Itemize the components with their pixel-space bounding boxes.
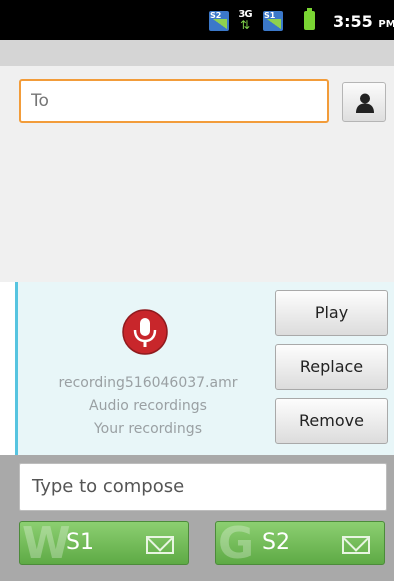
clock-ampm: PM (378, 19, 394, 30)
play-button[interactable]: Play (275, 290, 388, 336)
send-sim2-letter: G (218, 518, 255, 569)
attachment-file-name: recording516046037.amr (58, 375, 238, 391)
send-sim1-label: S1 (66, 530, 94, 555)
recipient-input[interactable] (19, 79, 329, 123)
battery-icon (304, 8, 315, 30)
compose-input[interactable]: Type to compose (19, 463, 387, 511)
envelope-icon (146, 536, 174, 554)
clock: 3:55 PM (333, 12, 394, 31)
envelope-icon (342, 536, 370, 554)
status-bar: S2 3G ⇅ S1 3:55 PM (0, 0, 394, 40)
send-sim1-letter: W (22, 518, 71, 569)
attachment-source: Your recordings (93, 421, 202, 437)
replace-button[interactable]: Replace (275, 344, 388, 390)
contact-picker-button[interactable] (342, 82, 386, 122)
network-3g-icon: 3G ⇅ (235, 9, 255, 33)
send-sim2-label: S2 (262, 530, 290, 555)
attachment-type: Audio recordings (89, 398, 207, 414)
title-bar (0, 40, 394, 66)
remove-button[interactable]: Remove (275, 398, 388, 444)
sim-signal-icon: S2 (209, 11, 229, 31)
microphone-icon (122, 309, 168, 355)
send-sim1-button[interactable]: W S1 (19, 518, 189, 569)
clock-time: 3:55 (333, 12, 373, 31)
sim-signal-icon: S1 (263, 11, 283, 31)
send-sim2-button[interactable]: G S2 (215, 518, 385, 569)
contact-person-icon (356, 93, 374, 113)
